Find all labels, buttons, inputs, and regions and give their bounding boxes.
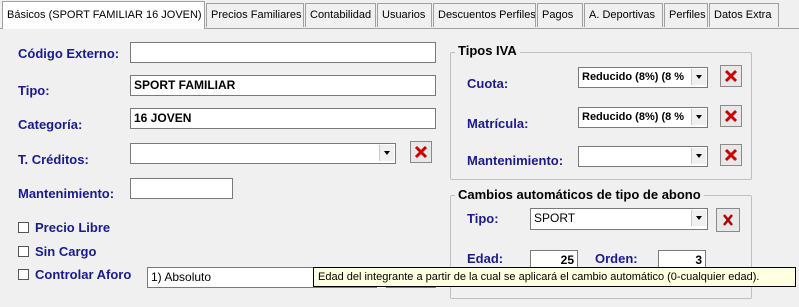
iva-cuota-label: Cuota: (467, 76, 509, 91)
cambio-tipo-select[interactable]: SPORT (530, 208, 708, 230)
tab-a-deportivas[interactable]: A. Deportivas (584, 3, 663, 27)
codigo-externo-label: Código Externo: (18, 46, 120, 61)
tab-datos-extra[interactable]: Datos Extra (709, 3, 779, 27)
iva-matricula-clear-button[interactable] (720, 105, 742, 127)
edad-tooltip: Edad del integrante a partir de la cual … (313, 267, 796, 287)
codigo-externo-input[interactable] (130, 42, 436, 63)
cambio-tipo-value: SPORT (534, 211, 576, 225)
iva-cuota-select[interactable]: Reducido (8%) (8 % (578, 67, 708, 88)
iva-mantenimiento-select[interactable] (578, 146, 708, 167)
iva-matricula-label: Matrícula: (467, 116, 529, 131)
iva-cuota-value: Reducido (8%) (8 % (582, 71, 685, 83)
precio-libre-label: Precio Libre (35, 220, 111, 235)
close-icon (414, 145, 428, 159)
chevron-down-icon[interactable] (691, 109, 706, 125)
tab-basicos[interactable]: Básicos (SPORT FAMILIAR 16 JOVEN) (2, 1, 205, 29)
tipos-iva-title: Tipos IVA (455, 43, 520, 58)
chevron-down-icon[interactable] (379, 145, 394, 161)
tab-pagos[interactable]: Pagos (537, 3, 583, 27)
iva-mantenimiento-clear-button[interactable] (720, 144, 742, 166)
tipo-label: Tipo: (18, 83, 50, 98)
chevron-down-icon[interactable] (691, 69, 706, 85)
close-icon (724, 148, 738, 162)
sin-cargo-checkbox[interactable] (18, 246, 29, 257)
controlar-aforo-checkbox[interactable] (18, 269, 29, 280)
close-icon (724, 109, 738, 123)
categoria-label: Categoría: (18, 117, 83, 132)
chevron-down-icon[interactable] (691, 210, 706, 226)
tipo-input[interactable]: SPORT FAMILIAR (130, 75, 436, 96)
mantenimiento-input[interactable] (130, 178, 233, 199)
tab-precios-familiares[interactable]: Precios Familiares (206, 3, 304, 27)
tab-contabilidad[interactable]: Contabilidad (305, 3, 376, 27)
mantenimiento-label: Mantenimiento: (18, 186, 115, 201)
iva-mantenimiento-label: Mantenimiento: (467, 153, 564, 168)
iva-cuota-clear-button[interactable] (720, 65, 742, 87)
controlar-aforo-label: Controlar Aforo (35, 267, 132, 282)
t-creditos-clear-button[interactable] (410, 141, 432, 163)
orden-label: Orden: (595, 251, 638, 266)
sin-cargo-label: Sin Cargo (35, 244, 97, 259)
aforo-value: 1) Absoluto (151, 270, 212, 284)
precio-libre-checkbox[interactable] (18, 222, 29, 233)
cambios-automaticos-title: Cambios automáticos de tipo de abono (455, 187, 704, 202)
close-icon (724, 69, 738, 83)
cambio-tipo-label: Tipo: (467, 211, 499, 226)
chevron-down-icon[interactable] (691, 148, 706, 164)
edad-label: Edad: (467, 251, 504, 266)
tab-descuentos-perfiles[interactable]: Descuentos Perfiles (433, 3, 536, 27)
tab-perfiles[interactable]: Perfiles (664, 3, 708, 27)
categoria-input[interactable]: 16 JOVEN (130, 108, 436, 129)
t-creditos-select[interactable] (130, 143, 396, 164)
tab-strip: Básicos (SPORT FAMILIAR 16 JOVEN) Precio… (0, 0, 799, 30)
iva-matricula-value: Reducido (8%) (8 % (582, 111, 685, 123)
delete-icon (723, 214, 733, 226)
tab-usuarios[interactable]: Usuarios (377, 3, 432, 27)
t-creditos-label: T. Créditos: (18, 152, 89, 167)
cambio-tipo-delete-button[interactable] (716, 208, 740, 232)
iva-matricula-select[interactable]: Reducido (8%) (8 % (578, 107, 708, 128)
